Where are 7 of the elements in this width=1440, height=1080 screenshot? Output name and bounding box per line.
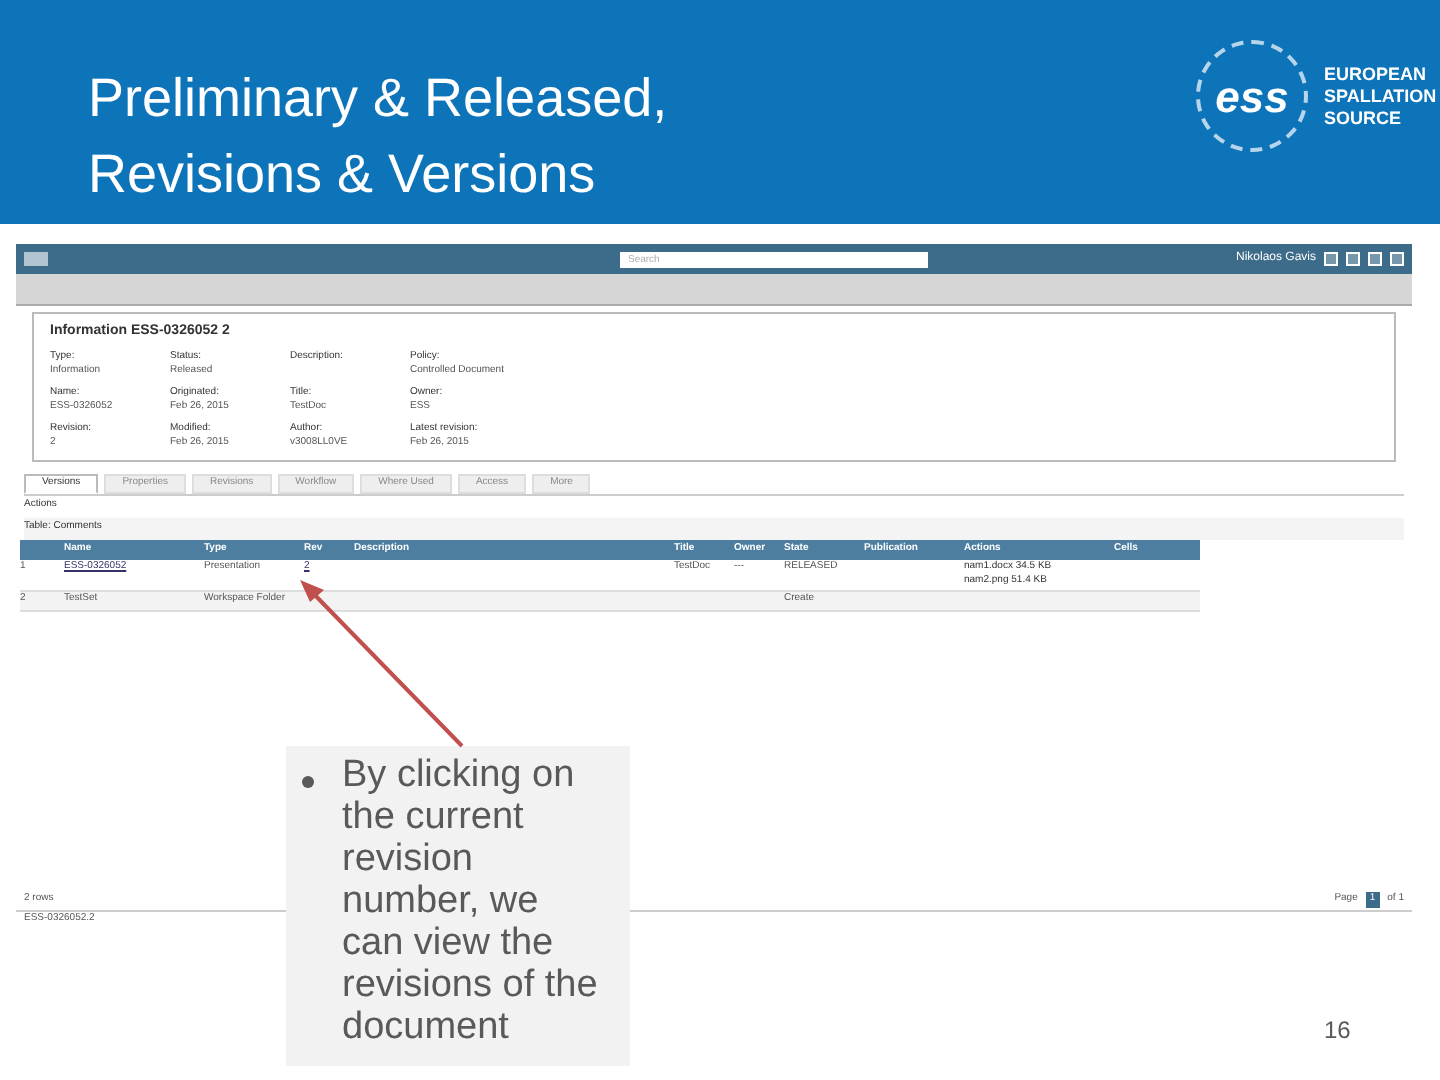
callout-text: By clicking on the current revision number, we can view the revisions of the document — [342, 754, 600, 1052]
bullet-icon — [302, 776, 314, 788]
arrow-icon — [296, 576, 464, 748]
page-number: 16 — [1324, 1014, 1351, 1048]
logo-text: EUROPEAN SPALLATION SOURCE — [1324, 63, 1437, 129]
slide-title: Preliminary & Released, Revisions & Versions — [88, 66, 668, 208]
logo-mark: ess — [1196, 40, 1308, 152]
